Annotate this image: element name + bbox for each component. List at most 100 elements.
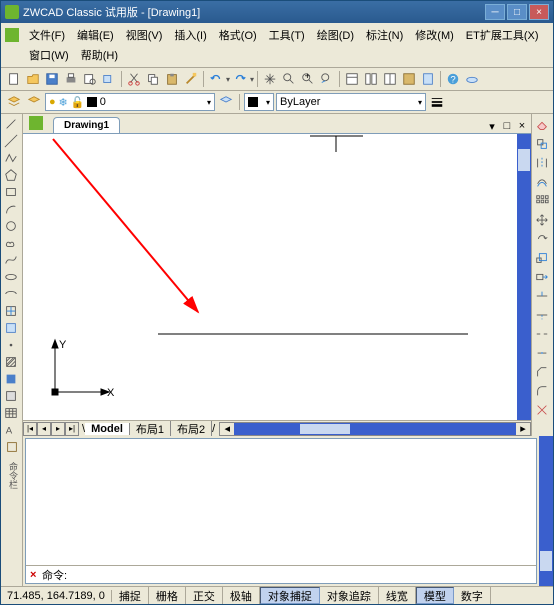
- stretch-tool[interactable]: [533, 268, 551, 286]
- open-button[interactable]: [24, 70, 42, 88]
- rect-tool[interactable]: [2, 184, 20, 200]
- paste-button[interactable]: [163, 70, 181, 88]
- circle-tool[interactable]: [2, 218, 20, 234]
- menu-draw[interactable]: 绘图(D): [311, 25, 360, 45]
- tab-last-button[interactable]: ▸|: [65, 422, 79, 436]
- close-button[interactable]: ×: [529, 4, 549, 20]
- tab-close-button[interactable]: ×: [515, 119, 529, 133]
- command-history[interactable]: [26, 439, 536, 565]
- pline-tool[interactable]: [2, 150, 20, 166]
- cmd-vscroll[interactable]: [539, 436, 553, 586]
- join-tool[interactable]: [533, 344, 551, 362]
- tab-first-button[interactable]: |◂: [23, 422, 37, 436]
- menu-help[interactable]: 帮助(H): [75, 45, 124, 65]
- polygon-tool[interactable]: [2, 167, 20, 183]
- cloud-button[interactable]: [463, 70, 481, 88]
- linetype-dropdown[interactable]: ByLayer▾: [276, 93, 426, 111]
- fillet-tool[interactable]: [533, 382, 551, 400]
- rotate-tool[interactable]: [533, 230, 551, 248]
- ellipse-tool[interactable]: [2, 269, 20, 285]
- calc-button[interactable]: [419, 70, 437, 88]
- gradient-tool[interactable]: [2, 371, 20, 387]
- properties-button[interactable]: [343, 70, 361, 88]
- sheets-button[interactable]: [400, 70, 418, 88]
- layermgr-button[interactable]: [5, 93, 23, 111]
- array-tool[interactable]: [533, 192, 551, 210]
- tab-next-button[interactable]: ▸: [51, 422, 65, 436]
- copy2-tool[interactable]: [533, 135, 551, 153]
- command-line[interactable]: × 命令:: [26, 565, 536, 583]
- polar-toggle[interactable]: 极轴: [223, 587, 260, 604]
- canvas-vscroll[interactable]: [517, 134, 531, 420]
- minimize-button[interactable]: ─: [485, 4, 505, 20]
- menu-insert[interactable]: 插入(I): [168, 25, 212, 45]
- table-tool[interactable]: [2, 405, 20, 421]
- arc-tool[interactable]: [2, 201, 20, 217]
- otrack-toggle[interactable]: 对象追踪: [320, 587, 379, 604]
- point-tool[interactable]: [2, 337, 20, 353]
- copy-button[interactable]: [144, 70, 162, 88]
- layer-dropdown[interactable]: ● ❄ 🔓 0 ▾: [45, 93, 215, 111]
- model-tab[interactable]: Model: [85, 423, 130, 435]
- help-button[interactable]: ?: [444, 70, 462, 88]
- color-dropdown[interactable]: ▾: [244, 93, 274, 111]
- osnap-toggle[interactable]: 对象捕捉: [260, 587, 320, 604]
- cut-button[interactable]: [125, 70, 143, 88]
- menu-annotate[interactable]: 标注(N): [360, 25, 409, 45]
- designcenter-button[interactable]: [362, 70, 380, 88]
- cmd-icon1[interactable]: [3, 438, 21, 456]
- matchprop-button[interactable]: [182, 70, 200, 88]
- maximize-button[interactable]: □: [507, 4, 527, 20]
- ellipsearc-tool[interactable]: [2, 286, 20, 302]
- break-tool[interactable]: [533, 325, 551, 343]
- menu-edit[interactable]: 编辑(E): [71, 25, 120, 45]
- extend-tool[interactable]: [533, 306, 551, 324]
- app-menu-icon[interactable]: [5, 28, 19, 42]
- menu-format[interactable]: 格式(O): [213, 25, 263, 45]
- save-button[interactable]: [43, 70, 61, 88]
- menu-file[interactable]: 文件(F): [23, 25, 71, 45]
- menu-tools[interactable]: 工具(T): [263, 25, 311, 45]
- undo-button[interactable]: [207, 70, 225, 88]
- preview-button[interactable]: [81, 70, 99, 88]
- layout2-tab[interactable]: 布局2: [171, 421, 212, 437]
- drawing-canvas[interactable]: Y X: [23, 134, 531, 420]
- chamfer-tool[interactable]: [533, 363, 551, 381]
- tab-min-button[interactable]: ▾: [485, 119, 499, 133]
- revcloud-tool[interactable]: [2, 235, 20, 251]
- xline-tool[interactable]: [2, 133, 20, 149]
- ortho-toggle[interactable]: 正交: [186, 587, 223, 604]
- lwt-toggle[interactable]: 线宽: [379, 587, 416, 604]
- publish-button[interactable]: [100, 70, 118, 88]
- canvas-hscroll[interactable]: ◂ ▸: [219, 422, 531, 436]
- menu-et[interactable]: ET扩展工具(X): [460, 25, 545, 45]
- menu-view[interactable]: 视图(V): [120, 25, 169, 45]
- explode-tool[interactable]: [533, 401, 551, 419]
- zoom-window-button[interactable]: +: [299, 70, 317, 88]
- scale-tool[interactable]: [533, 249, 551, 267]
- snap-toggle[interactable]: 捕捉: [112, 587, 149, 604]
- mirror-tool[interactable]: [533, 154, 551, 172]
- move-tool[interactable]: [533, 211, 551, 229]
- layerprev-button[interactable]: [25, 93, 43, 111]
- line-tool[interactable]: [2, 116, 20, 132]
- toolpalette-button[interactable]: [381, 70, 399, 88]
- grid-toggle[interactable]: 栅格: [149, 587, 186, 604]
- menu-modify[interactable]: 修改(M): [409, 25, 460, 45]
- insert-tool[interactable]: [2, 303, 20, 319]
- erase-tool[interactable]: [533, 116, 551, 134]
- mtext-tool[interactable]: A: [2, 422, 20, 436]
- new-button[interactable]: [5, 70, 23, 88]
- lineweight-button[interactable]: [428, 93, 446, 111]
- spline-tool[interactable]: [2, 252, 20, 268]
- cmd-clear-icon[interactable]: ×: [30, 569, 42, 581]
- drawing-tab[interactable]: Drawing1: [53, 117, 120, 133]
- model-toggle[interactable]: 模型: [416, 587, 454, 604]
- hatch-tool[interactable]: [2, 354, 20, 370]
- offset-tool[interactable]: [533, 173, 551, 191]
- layout1-tab[interactable]: 布局1: [130, 421, 171, 437]
- tab-max-button[interactable]: □: [500, 119, 514, 133]
- region-tool[interactable]: [2, 388, 20, 404]
- trim-tool[interactable]: [533, 287, 551, 305]
- menu-window[interactable]: 窗口(W): [23, 45, 75, 65]
